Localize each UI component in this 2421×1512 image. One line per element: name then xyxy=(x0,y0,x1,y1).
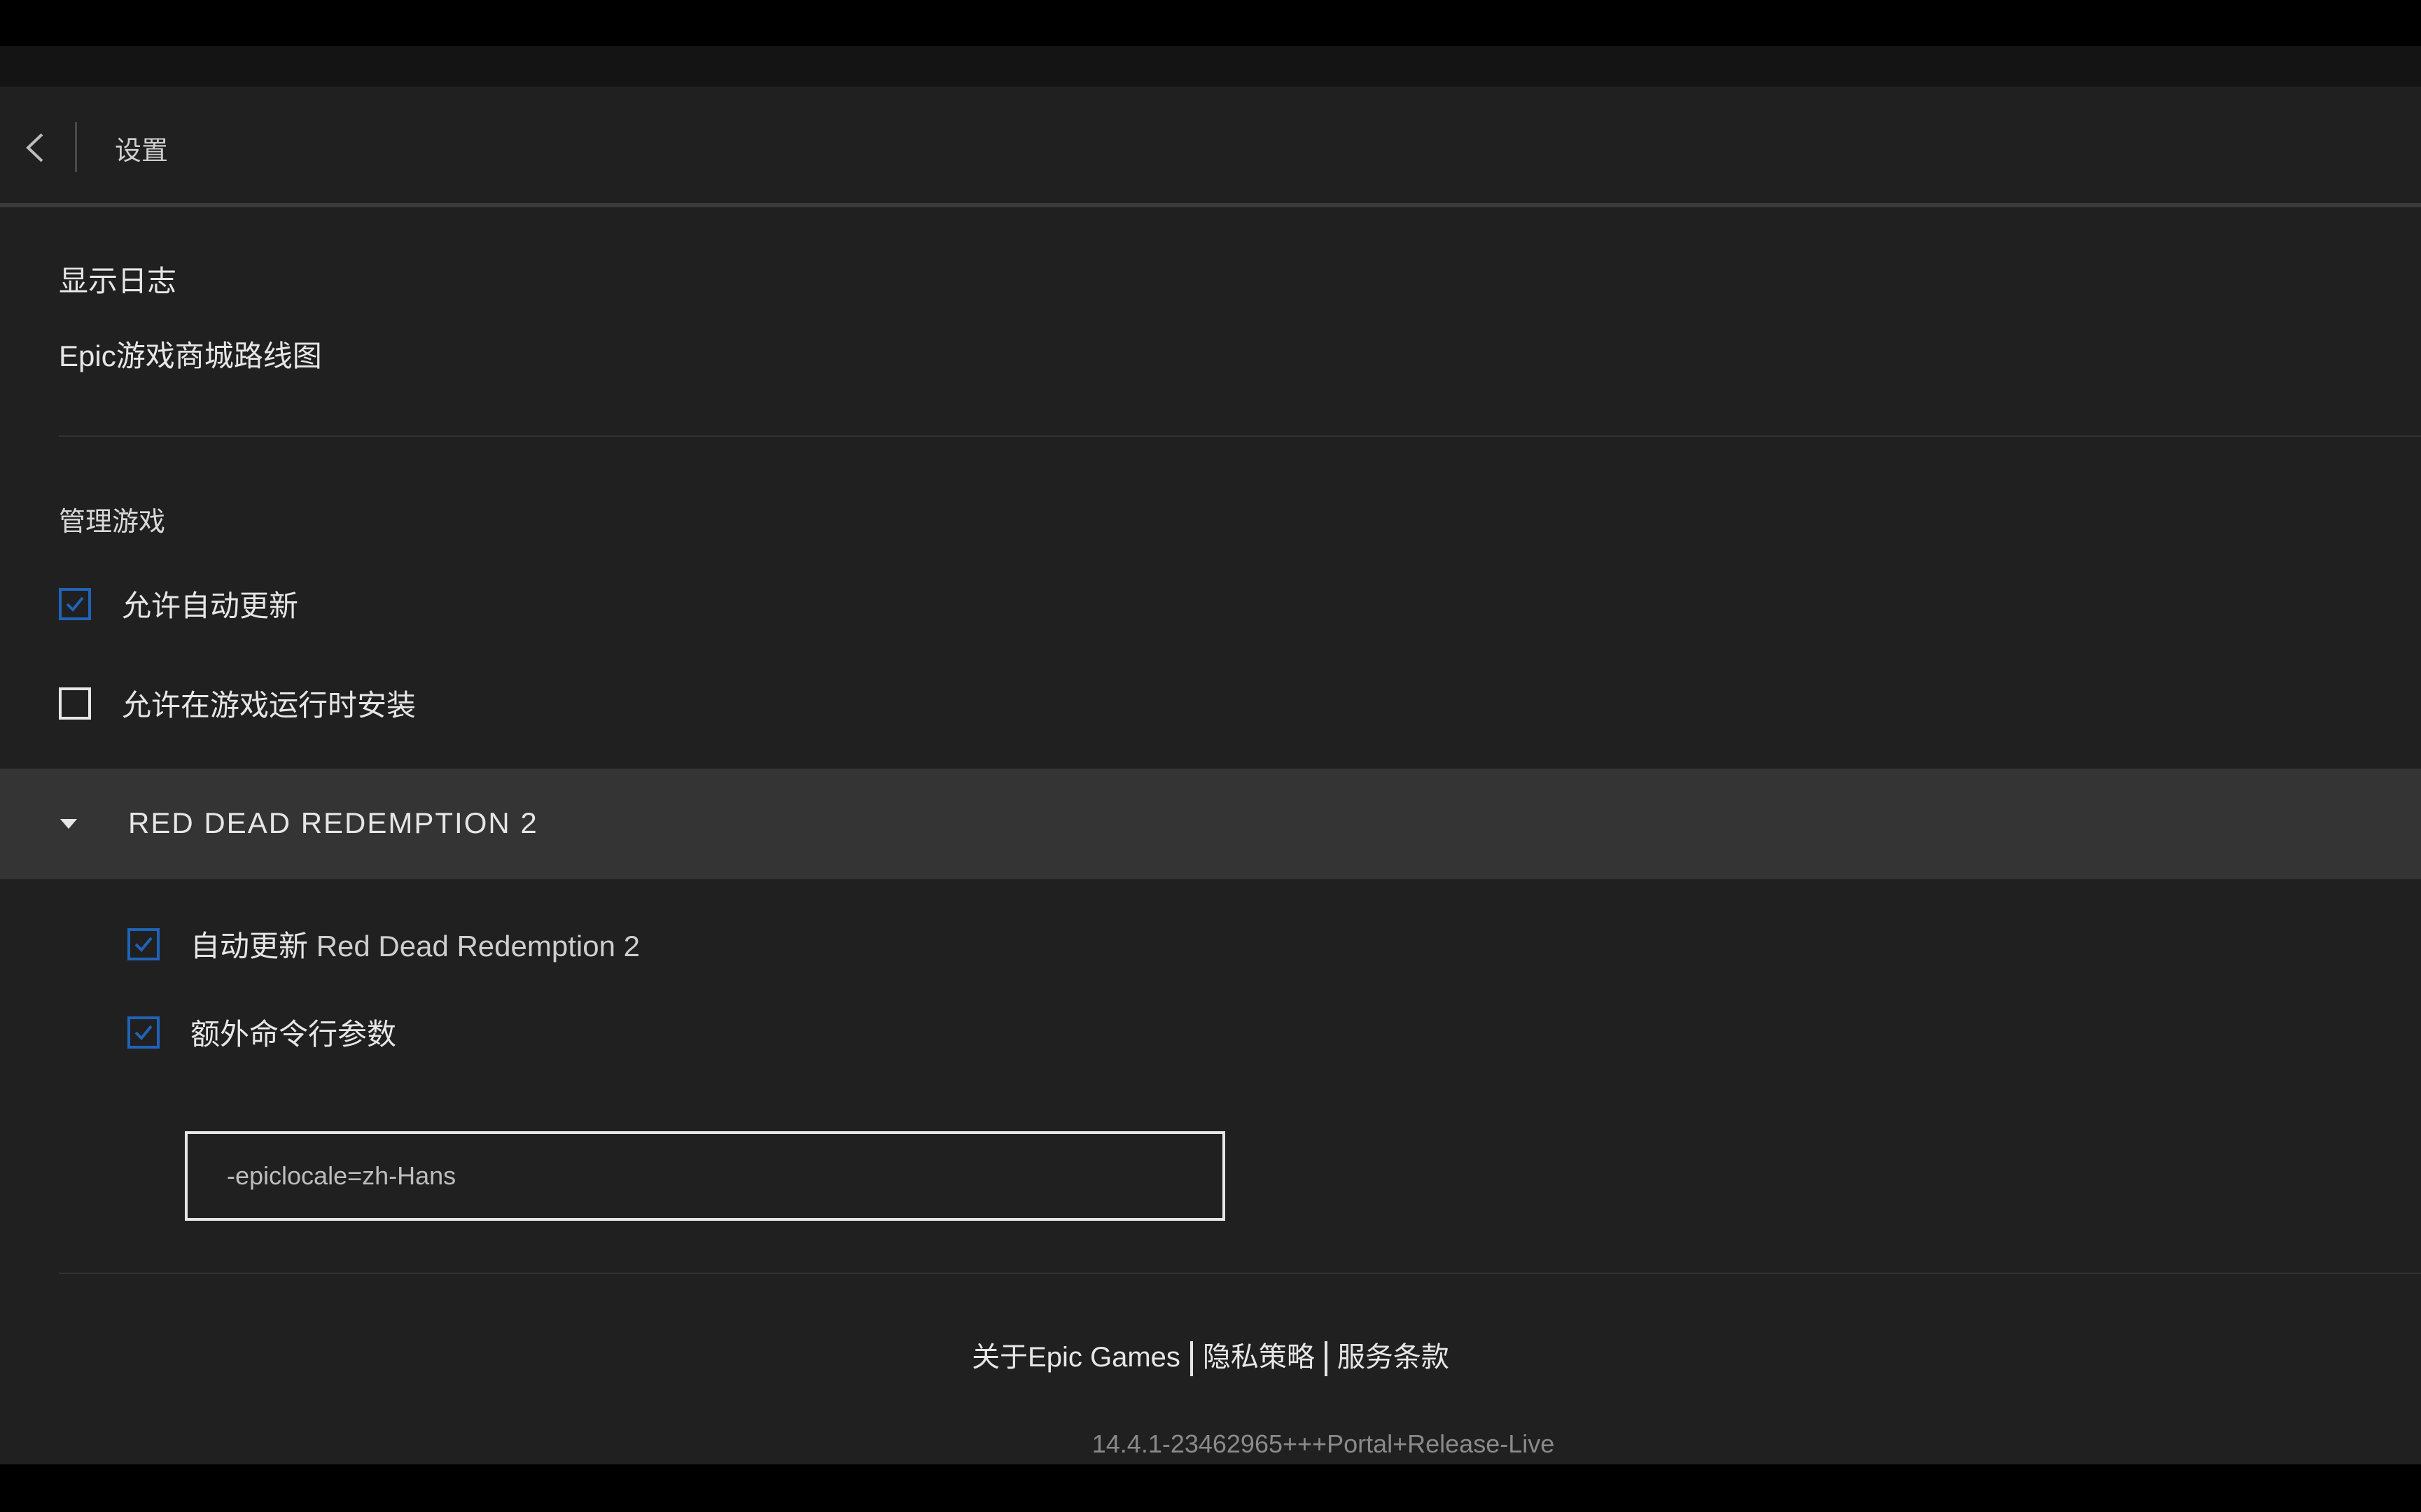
footer-separator xyxy=(1324,1341,1327,1377)
footer-separator xyxy=(1189,1341,1193,1377)
header-divider xyxy=(75,122,77,172)
allow-auto-update-checkbox[interactable] xyxy=(59,587,91,620)
game-title: RED DEAD REDEMPTION 2 xyxy=(128,806,538,839)
about-epic-link[interactable]: 关于Epic Games xyxy=(972,1342,1180,1373)
extra-args-label: 额外命令行参数 xyxy=(190,1018,397,1051)
extra-args-option[interactable]: 额外命令行参数 xyxy=(127,1011,396,1054)
caret-down-icon[interactable] xyxy=(60,819,77,829)
checkmark-icon xyxy=(66,596,84,612)
allow-install-while-running-option[interactable]: 允许在游戏运行时安装 xyxy=(59,682,416,724)
checkmark-icon xyxy=(134,1025,153,1040)
window-titlebar xyxy=(0,46,2421,87)
checkmark-icon xyxy=(134,937,153,952)
page-title: 设置 xyxy=(115,136,169,166)
roadmap-link[interactable]: Epic游戏商城路线图 xyxy=(59,332,322,375)
game-auto-update-checkbox[interactable] xyxy=(127,927,160,960)
allow-install-while-running-label: 允许在游戏运行时安装 xyxy=(122,689,417,722)
terms-of-service-link[interactable]: 服务条款 xyxy=(1337,1342,1449,1373)
allow-auto-update-label: 允许自动更新 xyxy=(122,589,299,622)
allow-install-while-running-checkbox[interactable] xyxy=(59,687,91,720)
game-auto-update-prefix: 自动更新 xyxy=(190,930,309,962)
allow-auto-update-option[interactable]: 允许自动更新 xyxy=(59,582,298,625)
footer-links: 关于Epic Games 隐私策略 服务条款 xyxy=(0,1334,2421,1377)
privacy-policy-link[interactable]: 隐私策略 xyxy=(1203,1342,1315,1373)
bottom-black-bar xyxy=(0,1464,2421,1512)
extra-args-checkbox[interactable] xyxy=(127,1016,160,1049)
show-logs-link[interactable]: 显示日志 xyxy=(59,258,176,300)
extra-args-input[interactable] xyxy=(185,1131,1225,1221)
top-black-bar xyxy=(0,0,2421,46)
back-button[interactable] xyxy=(20,129,50,167)
game-auto-update-game-name: Red Dead Redemption 2 xyxy=(316,930,640,962)
footer-divider xyxy=(59,1273,2421,1274)
game-auto-update-label: 自动更新 Red Dead Redemption 2 xyxy=(190,923,640,965)
version-text: 14.4.1-23462965+++Portal+Release-Live xyxy=(1091,1429,1555,1458)
manage-games-title: 管理游戏 xyxy=(59,507,166,537)
chevron-left-icon xyxy=(26,133,43,162)
settings-header: 设置 xyxy=(0,87,2421,207)
game-auto-update-option[interactable]: 自动更新 Red Dead Redemption 2 xyxy=(127,923,640,965)
section-divider xyxy=(59,435,2421,437)
